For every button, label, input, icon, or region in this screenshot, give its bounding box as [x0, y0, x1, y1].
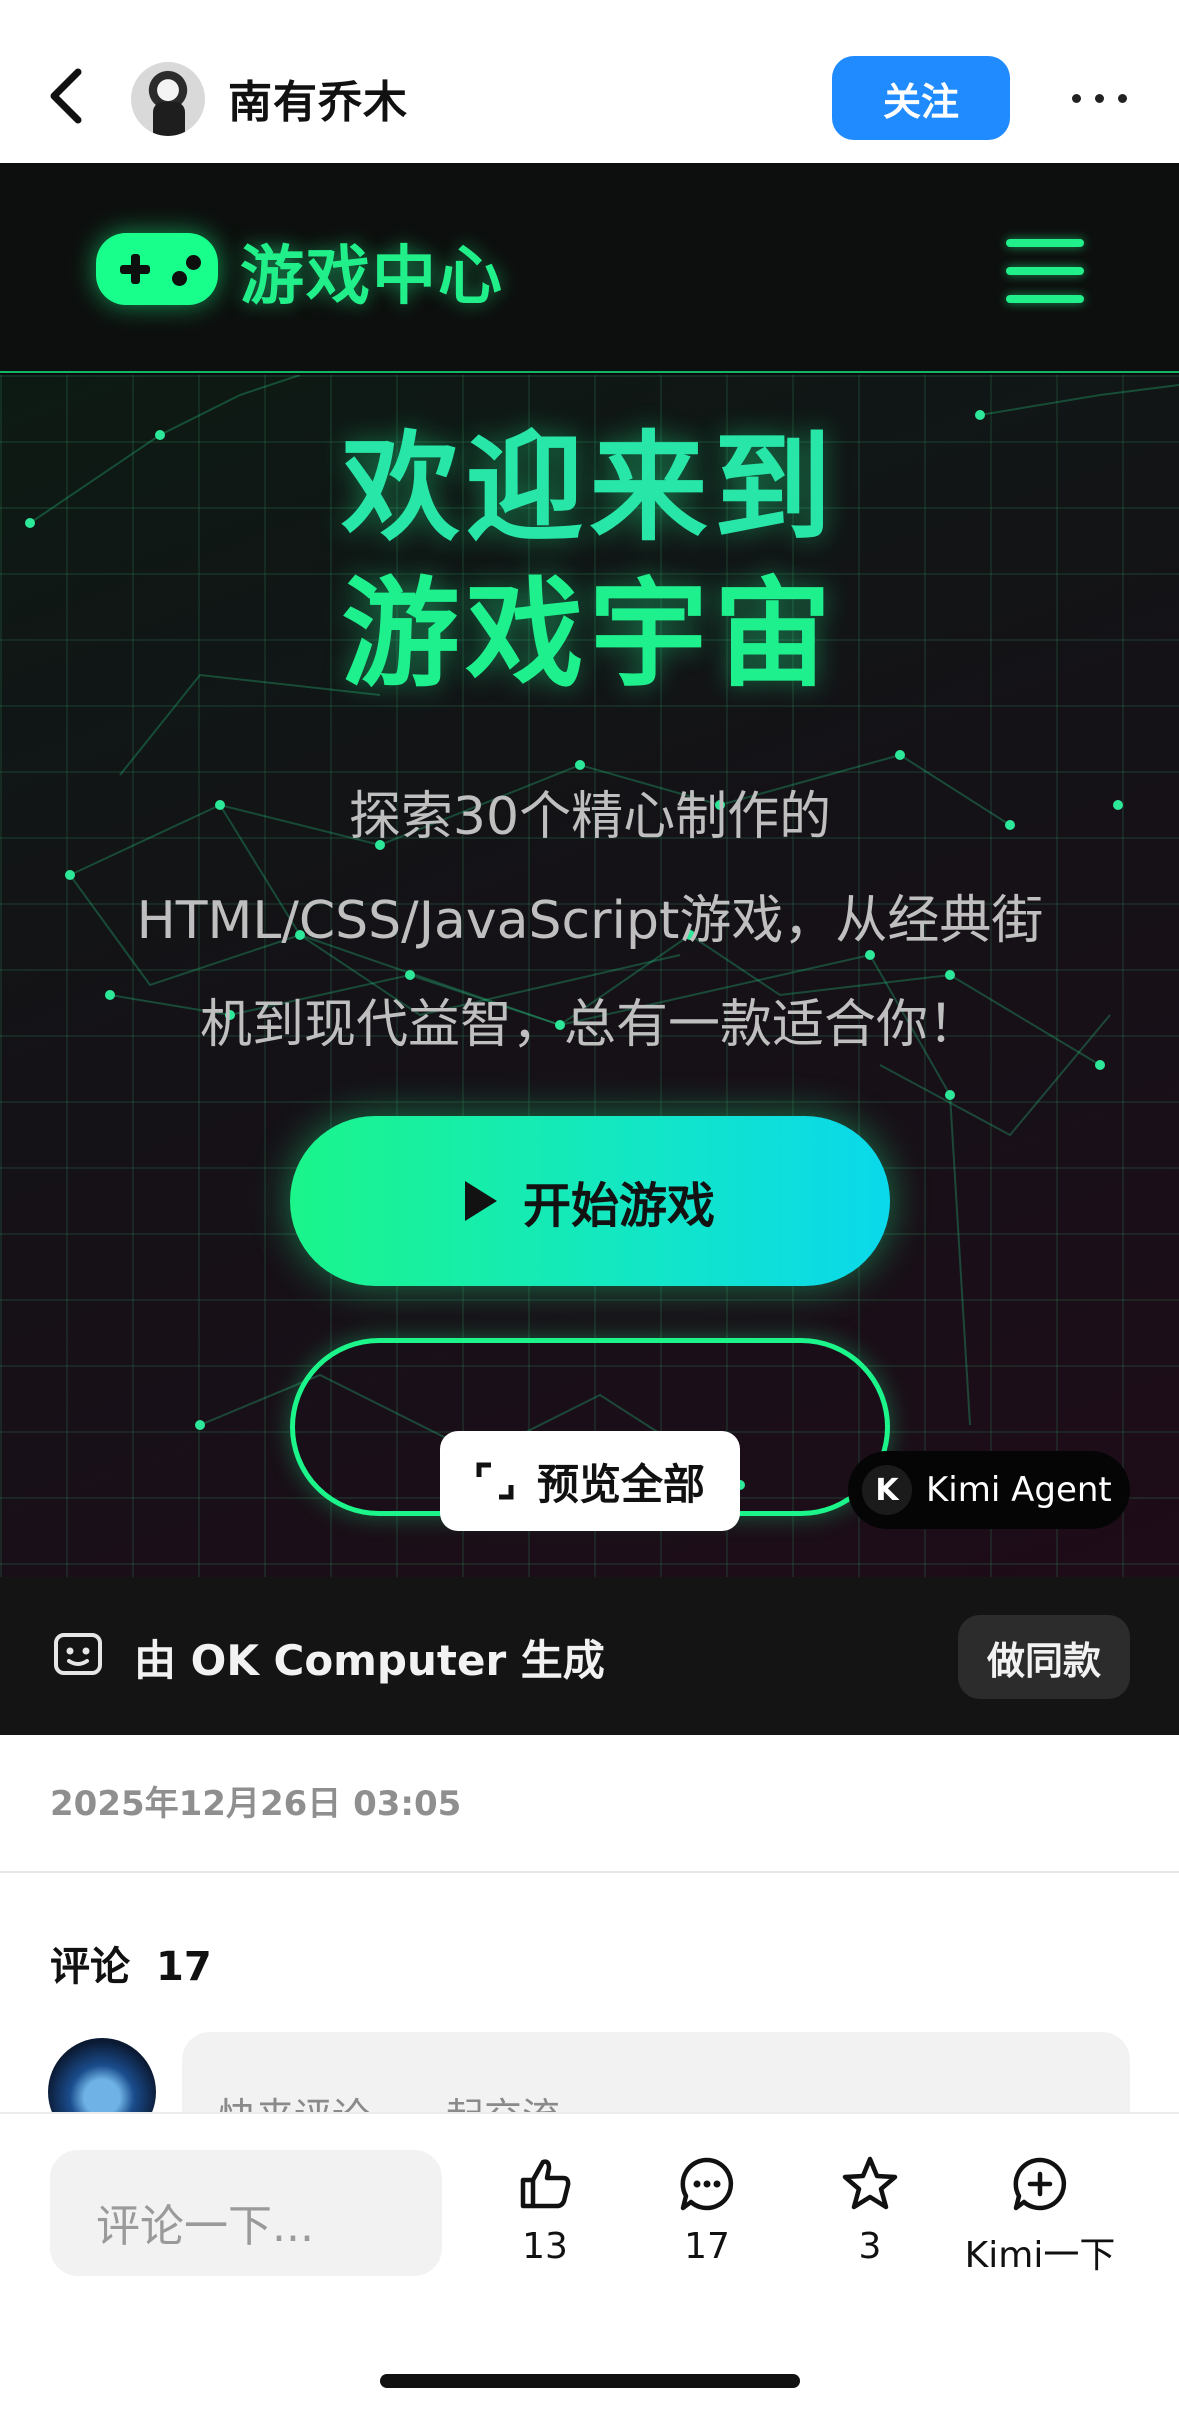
favorite-count: 3 [858, 2226, 882, 2267]
game-brand-title: 游戏中心 [240, 240, 504, 314]
comment-count: 17 [684, 2226, 730, 2267]
comments-header: 评论 17 [50, 1934, 212, 1992]
comments-count: 17 [156, 1944, 212, 1990]
more-button[interactable] [1064, 80, 1134, 116]
kimi-agent-label: Kimi Agent [926, 1470, 1112, 1510]
comment-icon [680, 2157, 734, 2211]
reply-input[interactable]: 评论一下... [50, 2150, 442, 2276]
menu-icon[interactable] [1006, 239, 1084, 305]
game-navbar: 游戏中心 [0, 163, 1179, 373]
thumb-up-icon [520, 2159, 571, 2209]
hero-title-line2: 游戏宇宙 [341, 565, 838, 703]
expand-icon [476, 1462, 514, 1500]
robot-icon [54, 1633, 102, 1675]
post-date: 2025年12月26日 03:05 [50, 1784, 462, 1824]
gamepad-icon [96, 233, 218, 305]
favorite-button[interactable]: 3 [800, 2154, 940, 2267]
hero-description: 探索30个精心制作的 HTML/CSS/JavaScript游戏，从经典街 机到… [70, 765, 1110, 1077]
start-game-label: 开始游戏 [522, 1178, 715, 1234]
preview-all-button[interactable]: 预览全部 [440, 1431, 740, 1531]
back-arrow-icon [50, 68, 82, 124]
post-header: 南有乔木 关注 [0, 0, 1179, 163]
author-avatar[interactable] [131, 62, 205, 136]
hero-desc-line1: 探索30个精心制作的 [348, 787, 832, 847]
generated-by-bar: 由 OK Computer 生成 做同款 [0, 1577, 1179, 1735]
home-indicator[interactable] [380, 2374, 800, 2388]
kimi-logo: K [862, 1465, 912, 1515]
kimi-label: Kimi一下 [964, 2235, 1116, 2276]
add-circle-icon [1013, 2157, 1067, 2211]
follow-button[interactable]: 关注 [832, 56, 1010, 140]
start-game-button[interactable]: 开始游戏 [290, 1116, 890, 1286]
author-name[interactable]: 南有乔木 [228, 66, 408, 130]
comments-title: 评论 [50, 1944, 130, 1990]
hero-title-line1: 欢迎来到 [341, 419, 838, 557]
hero-desc-line2: HTML/CSS/JavaScript游戏，从经典街 [136, 891, 1044, 951]
divider [0, 1871, 1179, 1873]
like-count: 13 [522, 2226, 568, 2267]
make-same-button[interactable]: 做同款 [958, 1615, 1130, 1699]
kimi-agent-badge[interactable]: K Kimi Agent [848, 1451, 1130, 1529]
bottom-action-bar: 评论一下... 13 17 3 Kimi一下 [0, 2112, 1179, 2411]
kimi-button[interactable]: Kimi一下 [950, 2154, 1130, 2278]
hero-title: 欢迎来到 游戏宇宙 [0, 415, 1179, 707]
preview-all-label: 预览全部 [536, 1459, 705, 1509]
star-icon [842, 2156, 898, 2210]
hero-desc-line3: 机到现代益智，总有一款适合你！ [199, 995, 980, 1055]
like-button[interactable]: 13 [475, 2154, 615, 2267]
more-dots-icon [1071, 93, 1127, 103]
comment-button[interactable]: 17 [637, 2154, 777, 2267]
back-button[interactable] [40, 60, 96, 132]
generated-by-text: 由 OK Computer 生成 [134, 1636, 605, 1685]
play-icon [464, 1181, 497, 1221]
game-preview[interactable]: 游戏中心 欢迎来到 游戏宇宙 探索30个精心制作的 HTML/CSS/JavaS… [0, 163, 1179, 1735]
